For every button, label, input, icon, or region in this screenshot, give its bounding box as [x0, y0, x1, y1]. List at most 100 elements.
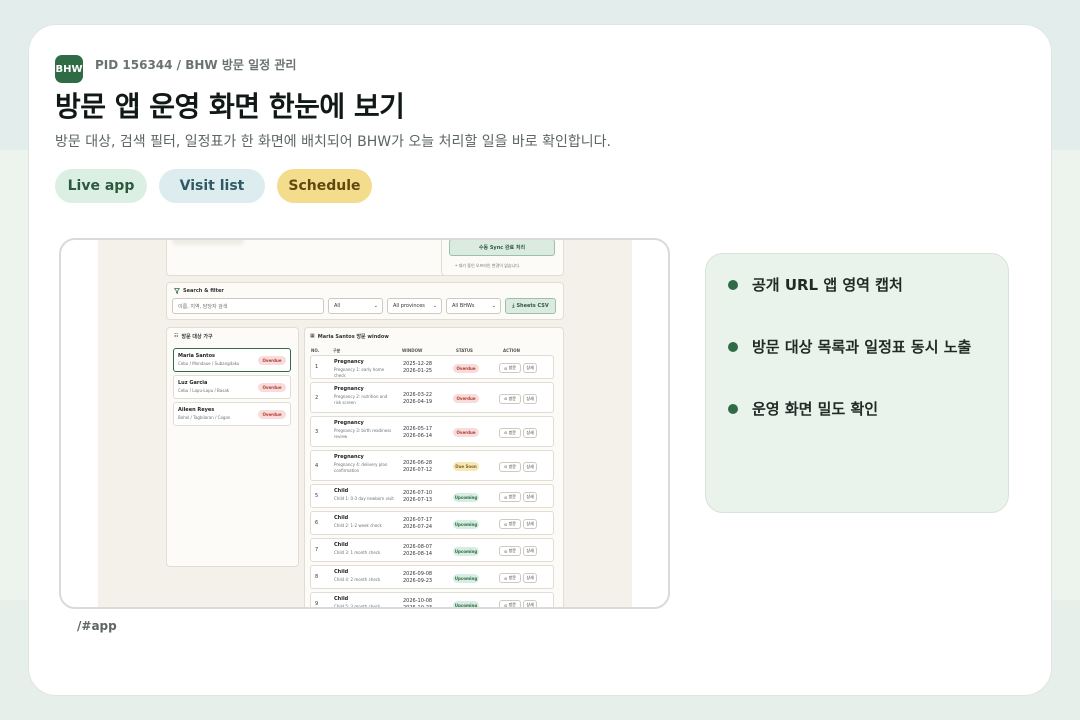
province-select[interactable]: All provinces ⌄	[387, 298, 442, 314]
mark-visited-button[interactable]: ⊙ 방문	[499, 393, 521, 404]
household-address: Cebu / Lapu-Lapu / Basak	[178, 388, 230, 393]
window-start: 2026-07-17	[403, 517, 433, 523]
type-select[interactable]: All ⌄	[328, 298, 383, 314]
row-type: Pregnancy	[334, 454, 364, 460]
visited-label: 방문	[508, 521, 516, 526]
mark-visited-button[interactable]: ⊙ 방문	[499, 600, 521, 608]
sheets-csv-label: Sheets CSV	[516, 303, 549, 309]
schedule-row[interactable]: 1 Pregnancy Pregnancy 1: early home check 2…	[310, 355, 554, 379]
mark-visited-button[interactable]: ⊙ 방문	[499, 519, 521, 529]
schedule-row[interactable]: 3 Pregnancy Pregnancy 3: birth readiness r…	[310, 416, 554, 447]
schedule-row[interactable]: 9 Child Child 5: 3 month check 2026-10-08 20…	[310, 592, 554, 608]
schedule-button[interactable]: Schedule	[277, 169, 372, 203]
mark-visited-button[interactable]: ⊙ 방문	[499, 461, 521, 472]
window-end: 2026-01-25	[403, 368, 433, 374]
row-description: Child 4: 2 month check	[334, 577, 381, 582]
row-window: 2026-07-10 2026-07-13	[403, 490, 432, 504]
window-start: 2025-12-28	[403, 361, 433, 367]
window-end: 2026-04-19	[403, 398, 433, 405]
detail-button[interactable]: 상세	[523, 546, 537, 556]
highlight-item: 공개 URL 앱 영역 캡처	[728, 274, 903, 295]
page-subtitle: 방문 대상, 검색 필터, 일정표가 한 화면에 배치되어 BHW가 오늘 처리…	[55, 134, 611, 150]
detail-button[interactable]: 상세	[523, 519, 537, 529]
bullet-dot-icon	[728, 279, 738, 290]
row-type: Child	[334, 515, 349, 521]
page-title: 방문 앱 운영 화면 한눈에 보기	[55, 90, 405, 123]
household-name: Aileen Reyes	[178, 407, 215, 413]
schedule-row[interactable]: 2 Pregnancy Pregnancy 2: nutrition and ris…	[310, 382, 554, 413]
bhw-select[interactable]: All BHWs ⌄	[446, 298, 501, 314]
row-type: Child	[334, 569, 349, 575]
visited-label: 방문	[508, 395, 516, 401]
chevron-down-icon: ⌄	[373, 303, 378, 309]
detail-button[interactable]: 상세	[523, 461, 537, 472]
summary-card: BHW PID 156344 / BHW 방문 일정 관리 방문 앱 운영 화면…	[28, 24, 1052, 696]
check-circle-icon: ⊙	[503, 602, 508, 608]
window-start: 2026-10-08	[403, 598, 433, 604]
household-title-label: 방문 대상 가구	[181, 334, 213, 340]
sheets-csv-button[interactable]: ⤓ Sheets CSV	[505, 298, 556, 314]
row-type: Pregnancy	[334, 386, 364, 392]
schedule-row[interactable]: 6 Child Child 2: 1-2 week check 2026-07-17 2…	[310, 511, 554, 535]
schedule-row[interactable]: 7 Child Child 3: 1 month check 2026-08-07 20…	[310, 538, 554, 562]
detail-button[interactable]: 상세	[523, 492, 537, 502]
visited-label: 방문	[508, 429, 516, 435]
window-start: 2026-07-10	[403, 490, 433, 496]
sync-complete-button[interactable]: 수동 Sync 완료 처리	[449, 240, 555, 256]
top-card-pill	[172, 240, 244, 243]
check-circle-icon: ⊙	[503, 575, 508, 581]
row-description: Child 1: 0-3 day newborn visit	[334, 496, 394, 501]
visit-list-button[interactable]: Visit list	[159, 169, 265, 203]
detail-button[interactable]: 상세	[523, 363, 537, 373]
household-title: ☷ 방문 대상 가구	[174, 333, 213, 340]
live-app-button[interactable]: Live app	[55, 169, 147, 203]
filter-icon	[174, 288, 180, 294]
household-item[interactable]: Luz Garcia Cebu / Lapu-Lapu / Basak Over…	[173, 375, 291, 399]
mark-visited-button[interactable]: ⊙ 방문	[499, 546, 521, 556]
household-address: Cebu / Mandaue / Subangdaku	[178, 361, 240, 366]
detail-button[interactable]: 상세	[523, 573, 537, 583]
highlight-text: 공개 URL 앱 영역 캡처	[752, 276, 903, 294]
schedule-row[interactable]: 4 Pregnancy Pregnancy 4: delivery plan con…	[310, 450, 554, 481]
status-badge: Overdue	[258, 356, 286, 365]
window-start: 2026-08-07	[403, 544, 433, 550]
status-badge: Overdue	[258, 383, 286, 392]
mark-visited-button[interactable]: ⊙ 방문	[499, 363, 521, 373]
check-circle-icon: ⊙	[503, 396, 508, 401]
status-badge: Upcoming	[453, 573, 479, 583]
mark-visited-button[interactable]: ⊙ 방문	[499, 492, 521, 502]
bhw-logo: BHW	[55, 55, 83, 83]
schedule-title: ▦ Maria Santos 방문 window	[310, 333, 389, 340]
mark-visited-button[interactable]: ⊙ 방문	[499, 427, 521, 438]
schedule-row[interactable]: 8 Child Child 4: 2 month check 2026-09-08 20…	[310, 565, 554, 589]
search-input[interactable]: 이름, 지역, 담당자 검색	[172, 298, 324, 314]
screenshot-url: /#app	[77, 619, 117, 633]
household-name: Maria Santos	[178, 353, 215, 359]
mark-visited-button[interactable]: ⊙ 방문	[499, 573, 521, 583]
row-type: Pregnancy	[334, 359, 364, 365]
bhw-select-value: All BHWs	[452, 303, 475, 309]
detail-button[interactable]: 상세	[523, 427, 537, 438]
schedule-row[interactable]: 5 Child Child 1: 0-3 day newborn visit 2026…	[310, 484, 554, 508]
household-address: Bohol / Tagbilaran / Cogon	[178, 415, 231, 420]
column-header: 구분	[333, 348, 341, 353]
detail-button[interactable]: 상세	[523, 600, 537, 607]
row-window: 2026-03-22 2026-04-19	[403, 392, 432, 406]
detail-button[interactable]: 상세	[523, 393, 537, 404]
visited-label: 방문	[508, 365, 516, 370]
chevron-down-icon: ⌄	[491, 303, 496, 309]
window-end: 2026-07-24	[403, 524, 433, 530]
highlight-item: 방문 대상 목록과 일정표 동시 노출	[728, 336, 971, 357]
highlight-text: 방문 대상 목록과 일정표 동시 노출	[752, 338, 972, 356]
window-start: 2026-09-08	[403, 571, 433, 577]
row-description: Pregnancy 1: early home check	[334, 367, 385, 378]
window-end: 2026-07-12	[403, 466, 433, 473]
window-end: 2026-07-13	[403, 497, 433, 503]
row-window: 2026-07-17 2026-07-24	[403, 517, 432, 531]
household-item[interactable]: Maria Santos Cebu / Mandaue / Subangdaku…	[173, 348, 291, 372]
status-badge: Upcoming	[453, 492, 479, 502]
window-start: 2026-06-28	[403, 459, 433, 466]
row-description: Pregnancy 4: delivery plan confirmation	[334, 462, 388, 473]
visited-label: 방문	[508, 602, 516, 607]
household-item[interactable]: Aileen Reyes Bohol / Tagbilaran / Cogon …	[173, 402, 291, 426]
